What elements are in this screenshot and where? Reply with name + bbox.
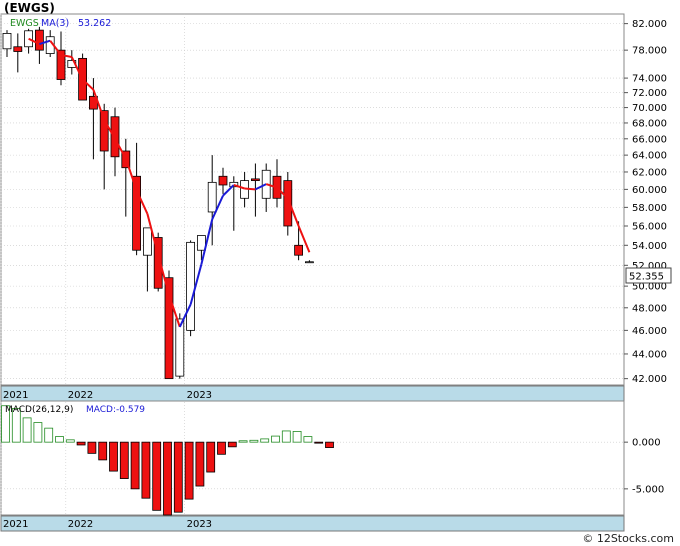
price-tick-label: 66.000 bbox=[632, 134, 667, 145]
candle-body bbox=[142, 227, 152, 256]
ma-segment bbox=[244, 187, 256, 191]
macd-bar bbox=[87, 441, 97, 454]
price-panel-frame bbox=[0, 13, 625, 386]
macd-bar bbox=[119, 441, 129, 479]
price-tick-label: 58.000 bbox=[632, 203, 667, 214]
price-tick-label: 48.000 bbox=[632, 303, 667, 314]
macd-bar bbox=[227, 441, 237, 448]
candle-body bbox=[110, 116, 120, 158]
candle-body bbox=[250, 178, 260, 182]
price-tick-label: 46.000 bbox=[632, 326, 667, 337]
date-label: 2021 bbox=[3, 390, 28, 401]
site-credit: © 12Stocks.com bbox=[582, 532, 674, 545]
macd-bar bbox=[98, 441, 108, 461]
macd-bar bbox=[109, 441, 118, 472]
price-tick-label: 60.000 bbox=[632, 185, 667, 196]
price-tick-label: 44.000 bbox=[632, 349, 667, 360]
ticker-title: (EWGS) bbox=[4, 1, 55, 15]
macd-bar bbox=[65, 439, 75, 443]
price-tick-label: 78.000 bbox=[632, 46, 667, 57]
date-label: 2021 bbox=[3, 519, 28, 530]
macd-bar bbox=[55, 436, 64, 443]
price-tick-label: 74.000 bbox=[632, 74, 667, 85]
candle-body bbox=[35, 29, 44, 51]
macd-bar bbox=[22, 417, 32, 443]
macd-bar bbox=[325, 441, 334, 448]
candle-body bbox=[2, 33, 12, 50]
price-tick-label: 82.000 bbox=[632, 19, 667, 30]
candle-body bbox=[99, 110, 109, 152]
candle-body bbox=[13, 46, 23, 52]
price-tick-label: 70.000 bbox=[632, 103, 667, 114]
price-tick-label: 54.000 bbox=[632, 241, 667, 252]
price-tick-label: 42.000 bbox=[632, 374, 667, 385]
macd-bar bbox=[217, 441, 226, 455]
macd-bar bbox=[163, 441, 172, 516]
macd-bar bbox=[44, 427, 54, 443]
price-tick-label: 62.000 bbox=[632, 167, 667, 178]
macd-bar bbox=[141, 441, 151, 499]
macd-bar bbox=[238, 440, 248, 443]
date-label: 2023 bbox=[187, 519, 212, 530]
candle-body bbox=[294, 244, 304, 256]
macd-bar bbox=[173, 441, 183, 513]
macd-bar bbox=[292, 431, 302, 443]
macd-bar bbox=[184, 441, 194, 500]
price-tick-label: 68.000 bbox=[632, 118, 667, 129]
macd-bar bbox=[271, 435, 280, 443]
legend-ma-value: 53.262 bbox=[78, 18, 111, 29]
macd-bar bbox=[303, 436, 313, 443]
macd-tick-label: 0.000 bbox=[632, 438, 661, 449]
macd-axis: 0.000 -5.000 bbox=[624, 438, 664, 495]
price-tick-label: 56.000 bbox=[632, 221, 667, 232]
macd-bar bbox=[76, 441, 86, 446]
last-price-label: 52.355 bbox=[629, 272, 664, 283]
macd-panel-frame bbox=[0, 400, 625, 516]
chart-canvas: 82.000 78.000 74.000 72.000 70.000 68.000 66.0… bbox=[0, 13, 672, 532]
macd-bar bbox=[152, 441, 162, 511]
price-date-strip bbox=[0, 385, 625, 403]
price-axis: 82.000 78.000 74.000 72.000 70.000 68.000 66.0… bbox=[624, 19, 667, 385]
macd-bar bbox=[314, 441, 324, 444]
candle-body bbox=[175, 318, 185, 377]
macd-bar bbox=[33, 422, 43, 443]
date-label: 2023 bbox=[187, 390, 212, 401]
macd-bar bbox=[206, 441, 216, 473]
candle-body bbox=[304, 261, 314, 264]
macd-bar bbox=[249, 439, 259, 443]
candle-body bbox=[186, 241, 196, 331]
macd-date-strip bbox=[0, 515, 625, 532]
macd-bar bbox=[281, 430, 291, 443]
legend-symbol: EWGS bbox=[10, 18, 39, 29]
date-label: 2022 bbox=[68, 519, 93, 530]
macd-legend-value: MACD:-0.579 bbox=[86, 405, 145, 415]
date-label: 2022 bbox=[68, 390, 93, 401]
candle-body bbox=[196, 235, 206, 251]
candle-body bbox=[218, 175, 228, 186]
macd-tick-label: -5.000 bbox=[632, 484, 664, 495]
macd-bar bbox=[195, 441, 205, 487]
price-tick-label: 72.000 bbox=[632, 88, 667, 99]
macd-legend-label: MACD(26,12,9) bbox=[5, 405, 73, 415]
candle-body bbox=[207, 181, 217, 213]
macd-bar bbox=[260, 438, 270, 443]
price-tick-label: 64.000 bbox=[632, 151, 667, 162]
legend-ma-label: MA(3) bbox=[41, 18, 69, 29]
macd-bar bbox=[130, 441, 140, 490]
